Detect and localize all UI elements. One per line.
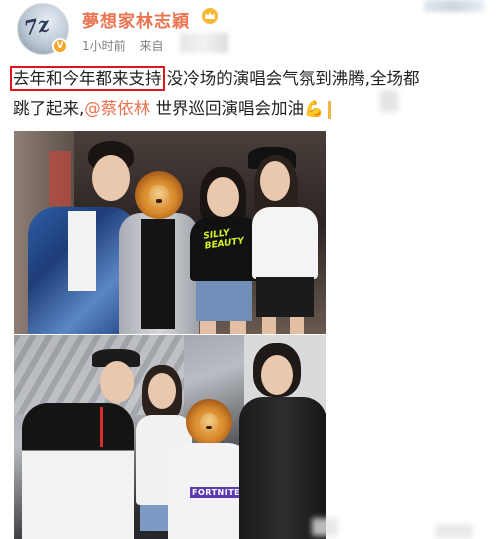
blur-artifact bbox=[312, 518, 338, 536]
cursor-bar bbox=[327, 100, 331, 119]
blurred-top-right bbox=[424, 0, 484, 12]
post-text-segment: 世界巡回演唱会加油 bbox=[150, 99, 304, 118]
blur-artifact bbox=[435, 524, 473, 538]
post-text-line-2: 跳了起来,@蔡依林 世界巡回演唱会加油💪 bbox=[13, 94, 493, 124]
person-figure bbox=[239, 343, 326, 539]
person-figure bbox=[244, 147, 324, 334]
blur-artifact bbox=[380, 90, 398, 112]
post-text-segment: 跳了起来, bbox=[13, 99, 85, 118]
post-meta: 1小时前 来自 bbox=[82, 37, 163, 54]
blurred-source bbox=[180, 33, 228, 53]
post-text: 去年和今年都来支持,没冷场的演唱会气氛到沸腾,全场都 跳了起来,@蔡依林 世界巡… bbox=[10, 64, 493, 124]
mention-link[interactable]: @蔡依林 bbox=[84, 99, 150, 118]
post-photo-2[interactable]: FORTNITE bbox=[14, 335, 326, 539]
crown-icon bbox=[202, 8, 218, 24]
post-header: 7z V 夢想家林志穎 1小时前 来自 bbox=[0, 0, 499, 62]
flexed-arm-emoji-icon: 💪 bbox=[304, 99, 324, 118]
post-photo-1[interactable]: SILLY BEAUTY bbox=[14, 131, 326, 334]
highlighted-phrase: 去年和今年都来支持 bbox=[10, 66, 165, 91]
person-figure bbox=[22, 347, 140, 539]
post-time: 1小时前 bbox=[82, 39, 126, 53]
username-link[interactable]: 夢想家林志穎 bbox=[82, 7, 190, 32]
post-source-label: 来自 bbox=[139, 39, 164, 53]
post-text-segment: ,没冷场的演唱会气氛到沸腾,全场都 bbox=[161, 69, 420, 88]
shirt-print: FORTNITE bbox=[190, 487, 243, 498]
verified-badge-icon: V bbox=[52, 38, 68, 54]
avatar-signature: 7z bbox=[21, 11, 52, 41]
post-text-line-1: 去年和今年都来支持,没冷场的演唱会气氛到沸腾,全场都 bbox=[10, 64, 493, 94]
